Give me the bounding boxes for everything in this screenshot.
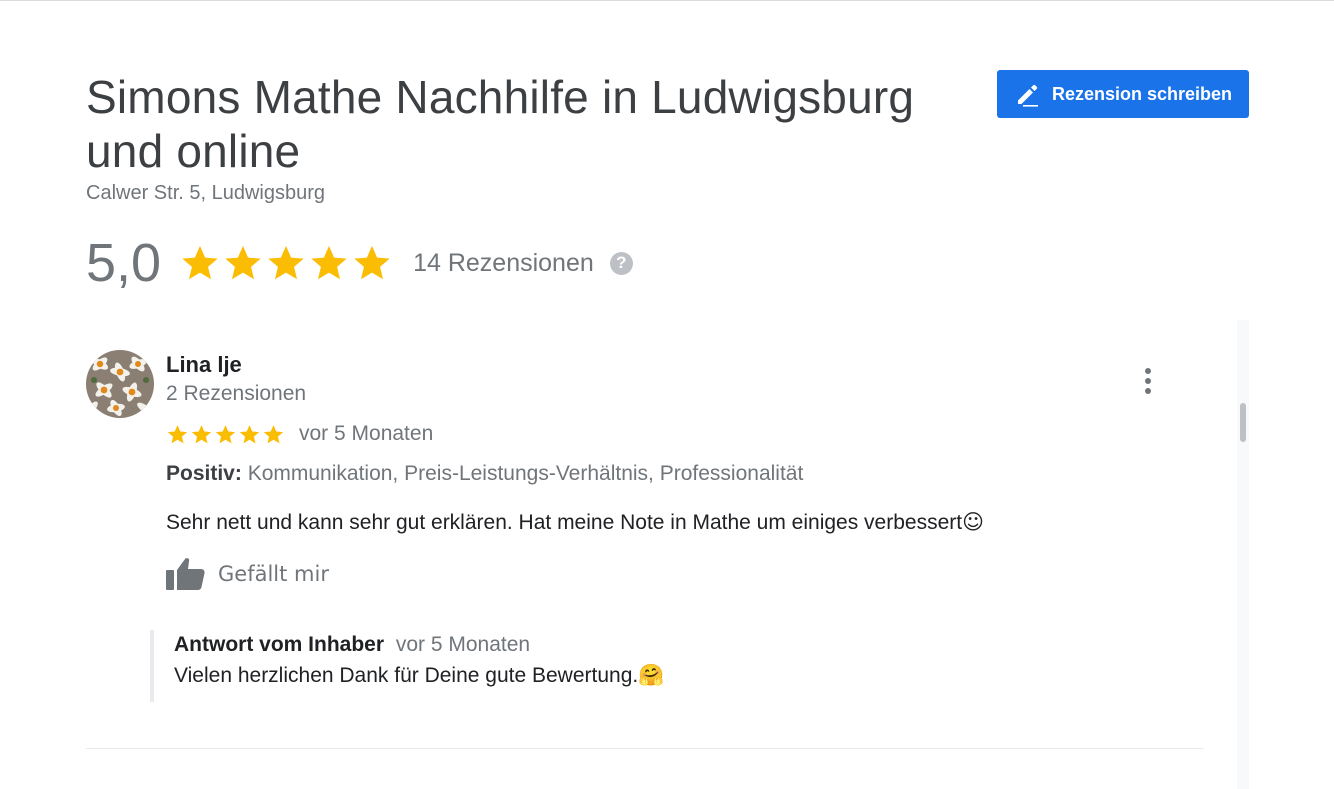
star-icon	[311, 245, 347, 280]
like-label: Gefällt mir	[218, 562, 329, 586]
star-icon	[182, 245, 218, 280]
daisy-avatar-image	[86, 350, 154, 418]
thumbs-up-icon	[166, 558, 205, 590]
review-text: Sehr nett und kann sehr gut erklären. Ha…	[166, 510, 984, 535]
scrollbar-track[interactable]	[1237, 320, 1249, 789]
review-text-body: Sehr nett und kann sehr gut erklären. Ha…	[166, 511, 963, 534]
more-options-icon[interactable]	[1138, 366, 1158, 396]
review-emoji: ☺	[962, 510, 984, 534]
star-icon	[354, 245, 390, 280]
review-card: Lina lje 2 Rezensionen vor 5 Monaten Pos…	[86, 350, 1206, 710]
review-stars	[166, 423, 285, 446]
write-review-button[interactable]: Rezension schreiben	[997, 70, 1249, 118]
positive-items: Kommunikation, Preis-Leistungs-Verhältni…	[247, 462, 804, 485]
reply-time: vor 5 Monaten	[395, 633, 531, 656]
pencil-icon	[1017, 84, 1038, 107]
reviewer-review-count: 2 Rezensionen	[166, 382, 307, 405]
reply-text: Vielen herzlichen Dank für Deine gute Be…	[174, 660, 664, 691]
business-title: Simons Mathe Nachhilfe in Ludwigsburg un…	[86, 71, 915, 177]
rating-summary: 5,0 14 Rezensionen ?	[86, 232, 633, 294]
star-icon	[225, 245, 261, 280]
reviewer-name[interactable]: Lina lje	[166, 352, 242, 378]
star-icon	[167, 424, 188, 443]
positive-label: Positiv:	[166, 462, 242, 485]
business-header: Simons Mathe Nachhilfe in Ludwigsburg un…	[86, 70, 966, 206]
review-divider	[86, 748, 1204, 749]
review-time: vor 5 Monaten	[299, 422, 434, 445]
write-review-label: Rezension schreiben	[1051, 83, 1233, 104]
reply-text-body: Vielen herzlichen Dank für Deine gute Be…	[174, 664, 639, 687]
like-button[interactable]: Gefällt mir	[166, 556, 329, 592]
reply-emoji: 🤗	[638, 663, 665, 687]
owner-reply: Antwort vom Inhaber vor 5 Monaten Vielen…	[150, 630, 664, 702]
star-icon	[215, 424, 236, 443]
star-icon	[263, 424, 284, 443]
scrollbar-thumb[interactable]	[1240, 403, 1246, 442]
star-icon	[239, 424, 260, 443]
star-icon	[268, 245, 304, 280]
top-border	[0, 0, 1334, 1]
help-icon[interactable]: ?	[609, 251, 633, 275]
review-count[interactable]: 14 Rezensionen	[413, 249, 594, 278]
reply-header: Antwort vom Inhaber vor 5 Monaten	[174, 630, 664, 660]
star-icon	[191, 424, 212, 443]
business-address: Calwer Str. 5, Ludwigsburg	[86, 182, 326, 204]
rating-value: 5,0	[86, 233, 162, 293]
rating-stars	[179, 242, 393, 284]
reply-author: Antwort vom Inhaber	[174, 633, 385, 656]
reviewer-avatar[interactable]	[86, 350, 154, 418]
review-positives: Positiv: Kommunikation, Preis-Leistungs-…	[166, 462, 803, 486]
review-rating-row: vor 5 Monaten	[166, 422, 433, 446]
